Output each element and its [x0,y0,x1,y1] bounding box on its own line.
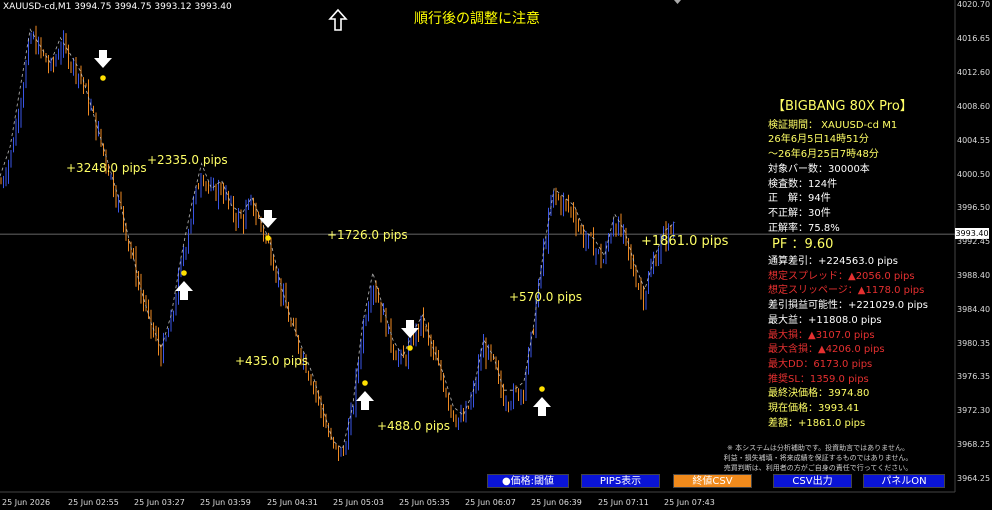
pips-display-button[interactable]: PIPS表示 [581,474,660,488]
stats-panel: 【BIGBANG 80X Pro】 検証期間： XAUUSD-cd M1 26年6… [762,99,958,431]
panel-stat: 最大DD：6173.0 pips [768,358,873,370]
disclaimer: ※ 本システムは分析補助です。投資助言ではありません。 利益・損失補填・将来成績… [700,443,936,473]
y-axis-label: 3976.35 [957,372,991,382]
close-csv-button[interactable]: 終値CSV [673,474,752,488]
pips-label: +570.0 pips [509,290,583,304]
y-axis-label: 3980.35 [957,338,991,348]
csv-export-button[interactable]: CSV出力 [773,474,852,488]
symbol-info: XAUUSD-cd,M1 3994.75 3994.75 3993.12 399… [3,2,232,12]
y-axis-label: 4000.50 [957,169,991,179]
warning-text: 順行後の調整に注意 [414,11,540,27]
panel-stat: 最大損：▲3107.0 pips [768,329,875,341]
up-arrow-icon [533,397,551,416]
down-arrow-icon [94,50,112,68]
y-axis-label: 3992.45 [957,237,991,247]
panel-stat: 現在価格：3993.41 [768,403,860,415]
up-arrow-outline-icon [328,8,348,31]
y-axis-label: 3964.25 [957,473,991,483]
panel-stat: 差額：+1861.0 pips [768,417,866,429]
signal-dot [100,75,106,81]
panel-line: 検証期間： XAUUSD-cd M1 [768,119,898,131]
y-axis-label: 3996.50 [957,203,991,213]
x-axis-label: 25 Jun 07:43 [664,498,715,507]
pips-label: +435.0 pips [235,354,309,368]
pips-label: +2335.0 pips [147,153,228,167]
panel-stat: 推奨SL：1359.0 pips [768,373,869,385]
signal-dot [539,386,545,392]
panel-line: 検査数：124件 [768,178,838,190]
x-axis-label: 25 Jun 2026 [2,498,51,507]
x-axis-label: 25 Jun 07:11 [598,498,649,507]
x-axis-label: 25 Jun 03:27 [134,498,185,507]
top-marker-icon [674,0,681,4]
x-axis-label: 25 Jun 06:07 [465,498,516,507]
signal-dot [181,270,187,276]
disclaimer-line: ※ 本システムは分析補助です。投資助言ではありません。 [727,444,909,452]
pips-label: +1861.0 pips [641,234,729,249]
x-axis-label: 25 Jun 06:39 [531,498,582,507]
y-axis-label: 4012.60 [957,67,991,77]
signal-dot [362,380,368,386]
panel-stat: 想定スプレッド：▲2056.0 pips [768,270,915,282]
panel-line: 正解率：75.8% [768,222,840,234]
y-axis-label: 4004.55 [957,135,991,145]
x-axis-label: 25 Jun 03:59 [200,498,251,507]
y-axis-label: 3984.40 [957,304,991,314]
y-axis-label: 4016.65 [957,34,991,43]
y-axis-label: 3968.25 [957,440,991,450]
panel-stat: 通算差引：+224563.0 pips [768,256,898,268]
panel-on-button[interactable]: パネルON [863,474,945,488]
panel-line: 対象バー数：30000本 [768,163,870,175]
panel-line: 26年6月5日14時51分 [768,134,869,146]
disclaimer-line: 利益・損失補填・将来成績を保証するものではありません。 [723,454,913,462]
panel-stat: 想定スリッページ：▲1178.0 pips [768,285,925,297]
pips-label: +3248.0 pips [66,161,147,175]
y-axis-label: 3972.30 [957,406,991,416]
y-axis-label: 3988.40 [957,271,991,281]
x-axis-label: 25 Jun 05:03 [333,498,384,507]
pips-label: +1726.0 pips [327,228,408,242]
signal-dot [265,235,271,241]
panel-stat: 差引損益可能性：+221029.0 pips [768,300,928,312]
disclaimer-line: 売買判断は、利用者の方がご自身の責任で行ってください。 [723,464,913,472]
panel-stat: 最大益：+11808.0 pips [768,314,882,326]
up-arrow-icon [175,281,193,300]
panel-line: ～26年6月25日7時48分 [768,149,879,161]
panel-line: 正 解：94件 [768,193,831,205]
panel-title: 【BIGBANG 80X Pro】 [772,99,913,114]
x-axis-label: 25 Jun 02:55 [68,498,119,507]
y-axis-label: 4008.60 [957,101,991,111]
panel-line: 不正解：30件 [768,207,831,219]
price-threshold-button[interactable]: ●価格:閾値 [487,474,569,488]
down-arrow-icon [259,210,277,228]
x-axis-label: 25 Jun 05:35 [399,498,450,507]
x-axis-label: 25 Jun 04:31 [267,498,318,507]
up-arrow-icon [356,391,374,410]
pips-label: +488.0 pips [377,419,451,433]
signal-dot [407,345,413,351]
profit-factor: PF ：9.60 [772,237,834,253]
panel-stat: 最大含損：▲4206.0 pips [768,344,885,356]
panel-stat: 最終決価格：3974.80 [768,388,870,400]
y-axis-label: 4020.70 [957,0,991,10]
